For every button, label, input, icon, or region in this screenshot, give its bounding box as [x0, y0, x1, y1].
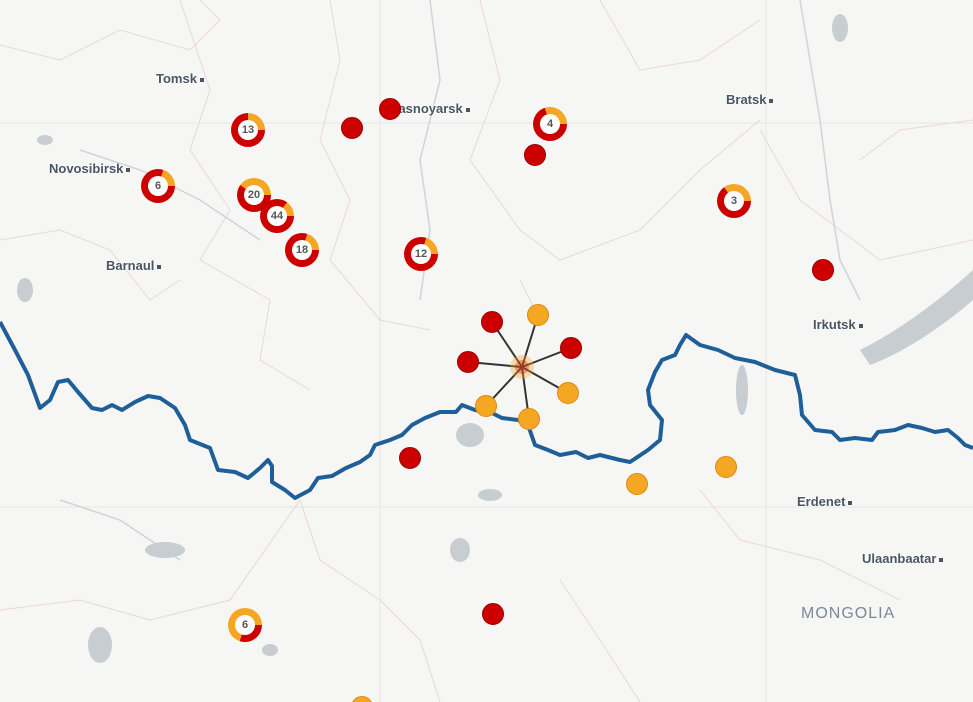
cluster-marker[interactable]: 3 — [717, 184, 751, 218]
city-label-barnaul: Barnaul — [106, 258, 162, 273]
location-marker-red[interactable] — [341, 117, 363, 139]
location-marker-red[interactable] — [482, 603, 504, 625]
spider-marker-red[interactable] — [560, 337, 582, 359]
spider-marker-red[interactable] — [457, 351, 479, 373]
location-marker-orange[interactable] — [715, 456, 737, 478]
cluster-marker[interactable]: 6 — [141, 169, 175, 203]
location-marker-red[interactable] — [399, 447, 421, 469]
location-marker-red[interactable] — [524, 144, 546, 166]
cluster-count: 3 — [724, 191, 744, 211]
country-label: MONGOLIA — [801, 605, 896, 622]
city-label-tomsk: Tomsk — [156, 71, 204, 86]
city-label-irkutsk: Irkutsk — [813, 317, 863, 332]
cluster-count: 6 — [148, 176, 168, 196]
location-marker-red[interactable] — [812, 259, 834, 281]
cluster-marker[interactable]: 13 — [231, 113, 265, 147]
city-label-bratsk: Bratsk — [726, 92, 774, 107]
spider-marker-orange[interactable] — [527, 304, 549, 326]
cluster-count: 44 — [267, 206, 287, 226]
spider-marker-red[interactable] — [481, 311, 503, 333]
cluster-marker[interactable]: 6 — [228, 608, 262, 642]
city-label-erdenet: Erdenet — [797, 494, 853, 509]
location-marker-red[interactable] — [379, 98, 401, 120]
city-label-novosibirsk: Novosibirsk — [49, 161, 131, 176]
cluster-count: 4 — [540, 114, 560, 134]
cluster-marker[interactable]: 12 — [404, 237, 438, 271]
spider-marker-orange[interactable] — [518, 408, 540, 430]
spider-marker-orange[interactable] — [557, 382, 579, 404]
basemap — [0, 0, 973, 702]
cluster-count: 18 — [292, 240, 312, 260]
map-canvas[interactable]: Tomsk Krasnoyarsk Bratsk Novosibirsk Bar… — [0, 0, 973, 702]
spider-marker-orange[interactable] — [475, 395, 497, 417]
city-label-ulaanbaatar: Ulaanbaatar — [862, 551, 944, 566]
cluster-marker[interactable]: 4 — [533, 107, 567, 141]
cluster-count: 6 — [235, 615, 255, 635]
location-marker-orange[interactable] — [626, 473, 648, 495]
cluster-marker[interactable]: 44 — [260, 199, 294, 233]
cluster-marker[interactable]: 18 — [285, 233, 319, 267]
cluster-count: 12 — [411, 244, 431, 264]
cluster-count: 13 — [238, 120, 258, 140]
